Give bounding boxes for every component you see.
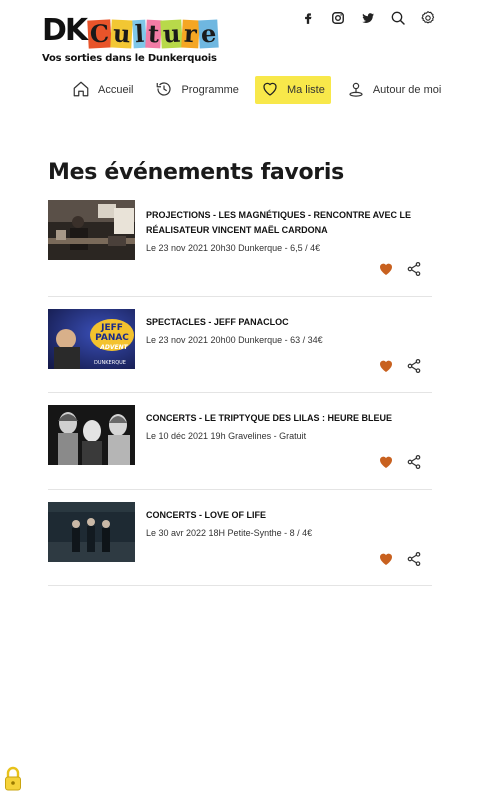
- logo[interactable]: DK C u l t u r e Vos sorties dans le Dun…: [42, 10, 232, 66]
- instagram-icon[interactable]: [330, 10, 346, 26]
- favorite-heart-icon[interactable]: [378, 454, 394, 470]
- event-title[interactable]: SPECTACLES - JEFF PANACLOC: [146, 315, 432, 330]
- svg-text:DUNKERQUE: DUNKERQUE: [94, 360, 126, 366]
- home-icon: [72, 80, 90, 101]
- location-icon: [347, 80, 365, 101]
- event-thumbnail[interactable]: [48, 501, 135, 562]
- event-thumbnail[interactable]: [48, 405, 135, 465]
- event-meta: Le 30 avr 2022 18H Petite-Synthe - 8 / 4…: [146, 527, 313, 538]
- logo-culture: C u l t u r e: [87, 18, 220, 49]
- event-actions: [378, 358, 422, 374]
- logo-letter: r: [181, 18, 200, 49]
- logo-letter: e: [198, 18, 220, 49]
- event-meta: Le 23 nov 2021 20h30 Dunkerque - 6,5 / 4…: [146, 243, 321, 253]
- nav-item-accueil[interactable]: Accueil: [66, 76, 139, 104]
- logo-letter: t: [145, 18, 162, 49]
- privacy-lock-icon[interactable]: [4, 766, 22, 792]
- facebook-icon[interactable]: [300, 10, 316, 26]
- event-card[interactable]: CONCERTS - LOVE OF LIFE Le 30 avr 2022 1…: [48, 490, 432, 586]
- favorites-list: PROJECTIONS - LES MAGNÉTIQUES - RENCONTR…: [48, 200, 432, 586]
- event-info: CONCERTS - LE TRIPTYQUE DES LILAS : HEUR…: [146, 411, 432, 441]
- event-actions: [378, 261, 422, 277]
- event-title[interactable]: CONCERTS - LOVE OF LIFE: [146, 508, 432, 523]
- nav-label: Ma liste: [286, 84, 325, 96]
- event-thumbnail[interactable]: JEFF PANAC ADVENT DUNKERQUE: [48, 308, 135, 369]
- svg-text:ADVENT: ADVENT: [99, 344, 128, 351]
- event-info: CONCERTS - LOVE OF LIFE Le 30 avr 2022 1…: [146, 508, 432, 538]
- event-actions: [378, 551, 422, 567]
- nav-label: Programme: [181, 84, 239, 96]
- favorite-heart-icon[interactable]: [378, 261, 394, 277]
- twitter-icon[interactable]: [360, 10, 376, 26]
- logo-letter: l: [131, 18, 147, 49]
- svg-text:JEFF: JEFF: [100, 323, 123, 333]
- header: DK C u l t u r e Vos sorties dans le Dun…: [0, 0, 480, 70]
- heart-icon: [261, 80, 279, 101]
- main-nav: Accueil Programme Ma liste Autour de moi: [66, 76, 457, 104]
- event-info: SPECTACLES - JEFF PANACLOC Le 23 nov 202…: [146, 315, 432, 345]
- logo-tagline: Vos sorties dans le Dunkerquois: [42, 53, 217, 64]
- event-thumbnail[interactable]: [48, 200, 135, 260]
- event-meta: Le 10 déc 2021 19h Gravelines - Gratuit: [146, 431, 307, 441]
- history-icon: [155, 80, 173, 101]
- event-actions: [378, 454, 422, 470]
- page-title: Mes événements favoris: [48, 160, 344, 185]
- event-title[interactable]: CONCERTS - LE TRIPTYQUE DES LILAS : HEUR…: [146, 411, 432, 426]
- logo-letter: u: [160, 18, 184, 49]
- favorite-heart-icon[interactable]: [378, 551, 394, 567]
- nav-item-programme[interactable]: Programme: [149, 76, 244, 104]
- logo-letter: C: [87, 18, 112, 49]
- search-icon[interactable]: [390, 10, 406, 26]
- share-icon[interactable]: [406, 454, 422, 470]
- nav-label: Autour de moi: [372, 84, 442, 96]
- svg-text:PANAC: PANAC: [95, 333, 129, 343]
- favorite-heart-icon[interactable]: [378, 358, 394, 374]
- nav-item-ma-liste[interactable]: Ma liste: [254, 76, 331, 104]
- logo-dk: DK: [42, 13, 88, 48]
- settings-icon[interactable]: [420, 10, 436, 26]
- nav-label: Accueil: [98, 84, 134, 96]
- nav-item-autour-de-moi[interactable]: Autour de moi: [341, 76, 447, 104]
- event-info: PROJECTIONS - LES MAGNÉTIQUES - RENCONTR…: [146, 208, 432, 253]
- share-icon[interactable]: [406, 261, 422, 277]
- event-title[interactable]: PROJECTIONS - LES MAGNÉTIQUES - RENCONTR…: [146, 208, 432, 238]
- event-card[interactable]: PROJECTIONS - LES MAGNÉTIQUES - RENCONTR…: [48, 200, 432, 297]
- share-icon[interactable]: [406, 551, 422, 567]
- share-icon[interactable]: [406, 358, 422, 374]
- logo-letter: u: [110, 18, 134, 49]
- event-card[interactable]: JEFF PANAC ADVENT DUNKERQUE SPECTACLES -…: [48, 297, 432, 393]
- event-card[interactable]: CONCERTS - LE TRIPTYQUE DES LILAS : HEUR…: [48, 393, 432, 490]
- header-icons: [300, 10, 436, 26]
- event-meta: Le 23 nov 2021 20h00 Dunkerque - 63 / 34…: [146, 334, 323, 345]
